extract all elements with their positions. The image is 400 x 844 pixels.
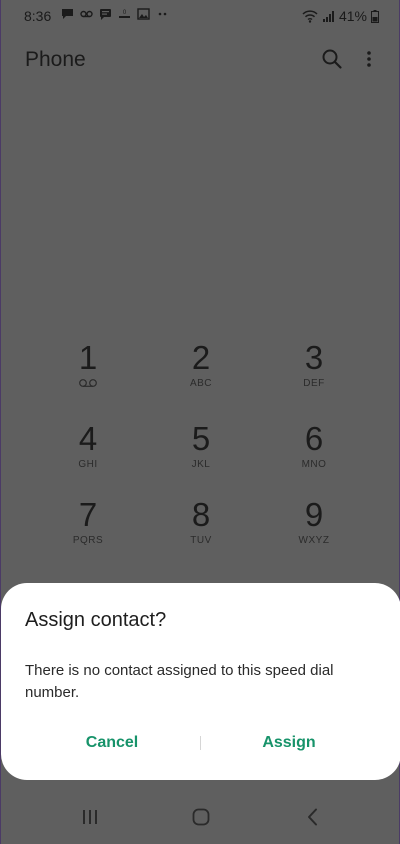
battery-icon (371, 9, 379, 23)
status-time: 8:36 (24, 8, 52, 24)
battery-percent: 41% (338, 8, 367, 24)
cancel-button[interactable]: Cancel (22, 728, 202, 758)
voicemail-icon (80, 10, 93, 18)
key-letters: PQRS (72, 535, 104, 546)
voicemail-glyph-icon (79, 379, 97, 387)
key-1[interactable]: 1 (33, 340, 143, 420)
assign-button[interactable]: Assign (199, 728, 379, 758)
key-digit: 4 (78, 420, 98, 457)
key-6[interactable]: 6 MNO (259, 421, 369, 501)
key-letters: GHI (78, 459, 98, 470)
key-letters: DEF (303, 378, 325, 389)
data-speed-icon: 0 (119, 10, 130, 18)
key-9[interactable]: 9 WXYZ (259, 497, 369, 577)
app-bar: Phone (1, 38, 400, 82)
key-digit: 9 (304, 496, 324, 533)
key-7[interactable]: 7 PQRS (33, 497, 143, 577)
key-5[interactable]: 5 JKL (146, 421, 256, 501)
dialog-actions: Cancel Assign (1, 728, 400, 758)
search-icon[interactable] (321, 48, 343, 70)
more-vertical-icon[interactable] (359, 47, 379, 71)
recent-apps-icon[interactable] (78, 806, 102, 828)
more-dots-icon (158, 12, 167, 16)
assign-contact-dialog: Assign contact? There is no contact assi… (1, 583, 400, 780)
key-letters: WXYZ (298, 535, 330, 546)
signal-icon (322, 10, 334, 22)
key-3[interactable]: 3 DEF (259, 340, 369, 420)
home-icon[interactable] (189, 806, 213, 828)
key-digit: 3 (304, 339, 324, 376)
wifi-icon (302, 9, 318, 23)
navigation-bar (1, 790, 400, 844)
notification-icons: 0 (61, 8, 169, 20)
key-2[interactable]: 2 ABC (146, 340, 256, 420)
status-right: 41% (302, 8, 379, 24)
key-digit: 6 (304, 420, 324, 457)
dialog-title: Assign contact? (25, 609, 167, 631)
key-letters: JKL (191, 459, 211, 470)
key-digit: 1 (78, 339, 98, 376)
image-icon (137, 8, 150, 20)
key-digit: 7 (78, 496, 98, 533)
key-4[interactable]: 4 GHI (33, 421, 143, 501)
dialog-message: There is no contact assigned to this spe… (25, 662, 334, 701)
key-8[interactable]: 8 TUV (146, 497, 256, 577)
key-digit: 8 (191, 496, 211, 533)
app-title: Phone (25, 48, 86, 71)
message-icon (62, 9, 73, 19)
status-bar: 8:36 0 41% (1, 0, 400, 32)
key-digit: 2 (191, 339, 211, 376)
svg-text:0: 0 (123, 10, 127, 16)
phone-screen: 8:36 0 41% Phone 1 2 ABC 3 DEF 4 GHI 5 J… (0, 0, 400, 844)
voicemail-icon (33, 378, 143, 391)
key-letters: MNO (301, 459, 327, 470)
back-icon[interactable] (301, 806, 325, 828)
key-letters: TUV (190, 535, 212, 546)
key-letters: ABC (189, 378, 213, 389)
key-digit: 5 (191, 420, 211, 457)
chat-icon (100, 9, 111, 20)
